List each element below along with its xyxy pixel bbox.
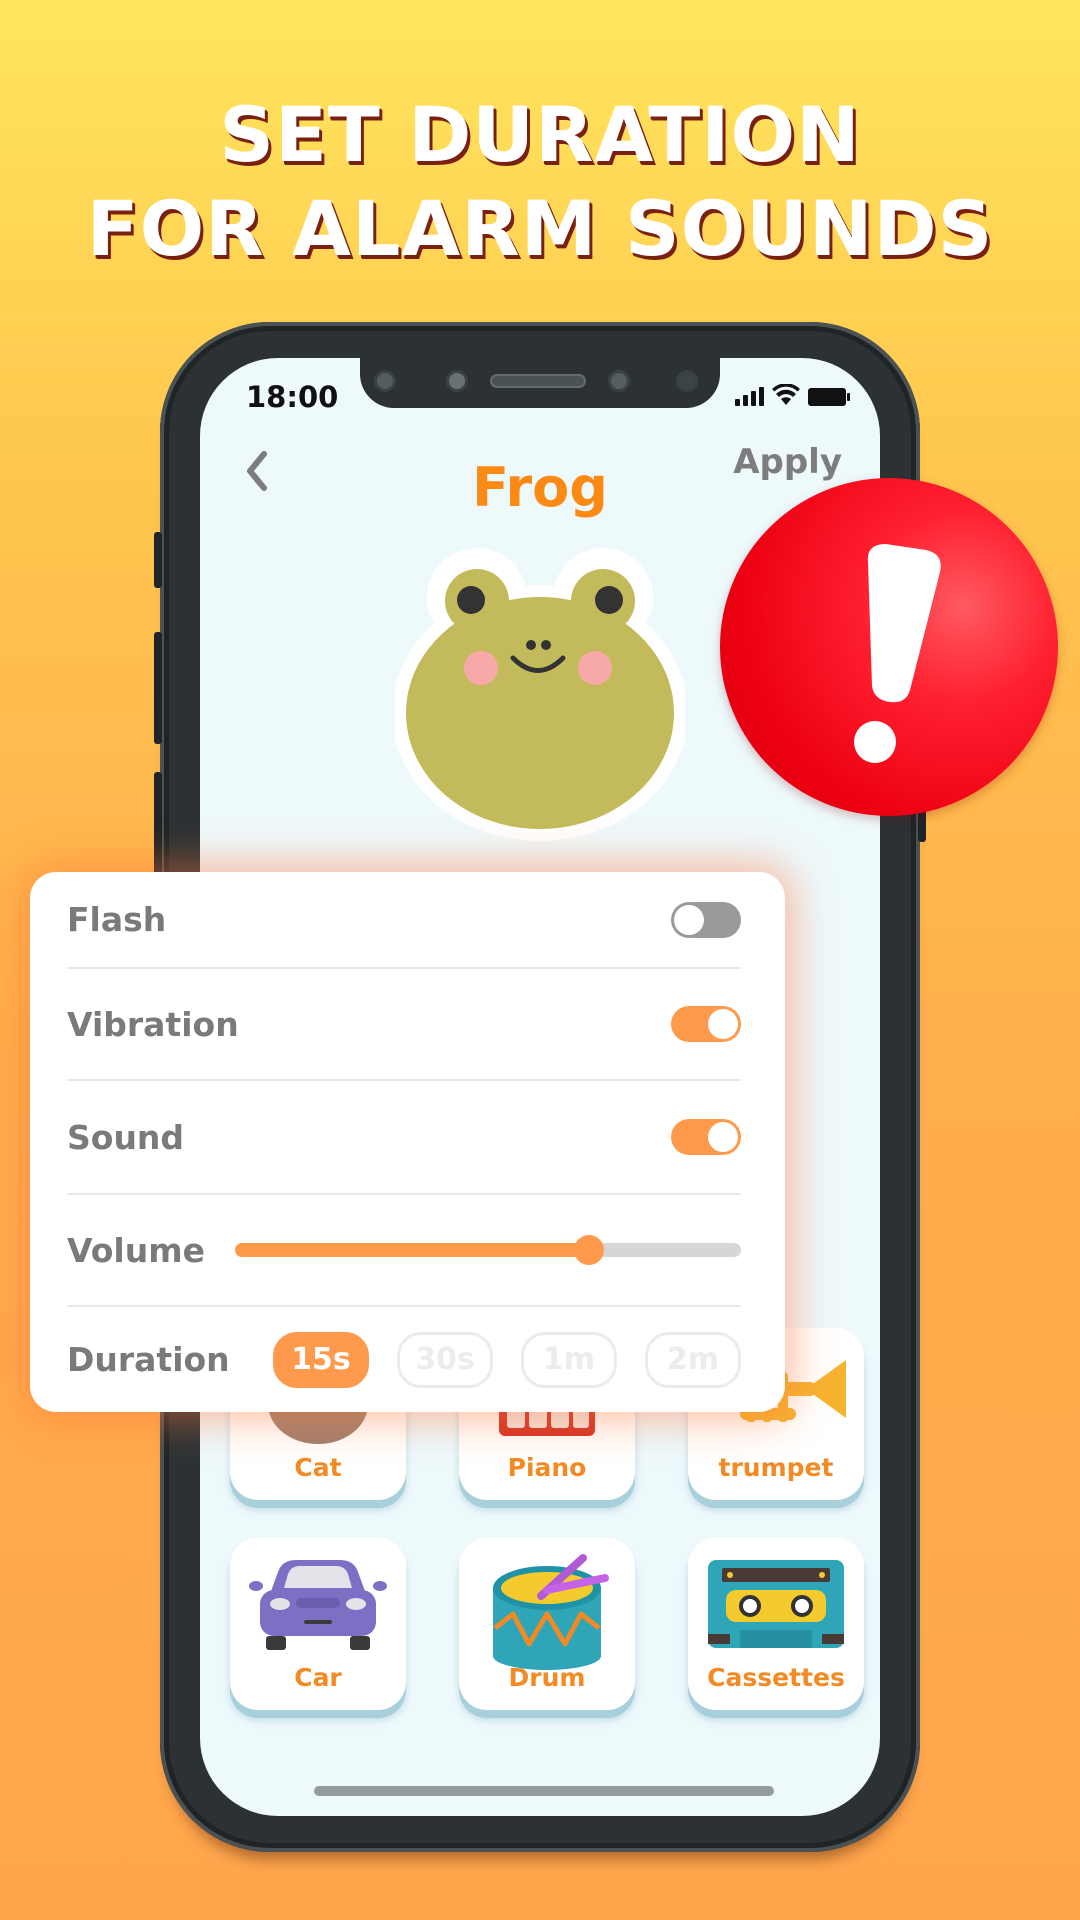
flash-label: Flash [67,900,167,939]
flash-toggle[interactable] [671,901,741,938]
vibration-toggle[interactable] [671,1006,741,1042]
phone-volume-down [154,772,162,884]
duration-option-2m[interactable]: 2m [645,1331,741,1388]
volume-slider[interactable] [235,1235,741,1265]
phone-volume-up [154,632,162,744]
sound-tile-cassettes[interactable]: Cassettes [688,1538,864,1710]
volume-slider-fill [235,1243,590,1257]
home-indicator[interactable] [314,1786,774,1796]
sound-label: Piano [507,1453,587,1482]
volume-row: Volume [67,1195,741,1307]
duration-row: Duration 15s 30s 1m 2m [67,1307,741,1412]
sensor-dot [374,370,396,392]
front-camera [676,370,698,392]
sound-label: Cat [294,1453,342,1482]
vibration-row: Vibration [67,969,741,1081]
sensor-dot [608,370,630,392]
flash-row: Flash [67,872,741,969]
volume-slider-thumb[interactable] [574,1235,605,1265]
phone-notch [360,358,720,408]
sound-toggle[interactable] [671,1119,741,1155]
vibration-label: Vibration [67,1004,239,1044]
earpiece-speaker [490,374,586,388]
headline: SET DURATION FOR ALARM SOUNDS [0,88,1080,276]
headline-line-2: FOR ALARM SOUNDS [86,184,994,273]
drum-icon [493,1554,609,1670]
phone-mute-switch [154,532,162,588]
frog-illustration [392,543,688,843]
duration-label: Duration [67,1340,230,1379]
sound-label: Drum [508,1663,586,1692]
sound-label: Cassettes [707,1663,845,1692]
headline-line-1: SET DURATION [219,90,861,179]
cassette-icon [708,1560,844,1648]
duration-option-15s[interactable]: 15s [273,1331,369,1388]
sound-label: Sound [67,1117,185,1157]
duration-options: 15s 30s 1m 2m [273,1331,741,1388]
settings-card: Flash Vibration Sound Volume Duration 15… [30,872,785,1412]
status-icons [735,384,850,406]
apply-button[interactable]: Apply [733,442,842,482]
alert-badge [720,478,1058,816]
volume-label: Volume [67,1230,205,1270]
exclamation-icon [854,544,941,763]
battery-icon [808,388,850,406]
sound-label: Car [294,1663,342,1692]
duration-option-1m[interactable]: 1m [521,1331,617,1388]
sound-tile-drum[interactable]: Drum [459,1538,635,1710]
sensor-dot [446,370,468,392]
signal-icon [735,387,764,406]
status-time: 18:00 [246,380,339,414]
sound-label: trumpet [718,1453,834,1482]
sound-row: Sound [67,1081,741,1195]
wifi-icon [772,384,800,405]
car-icon [249,1560,387,1650]
duration-option-30s[interactable]: 30s [397,1331,493,1388]
sound-tile-car[interactable]: Car [230,1538,406,1710]
